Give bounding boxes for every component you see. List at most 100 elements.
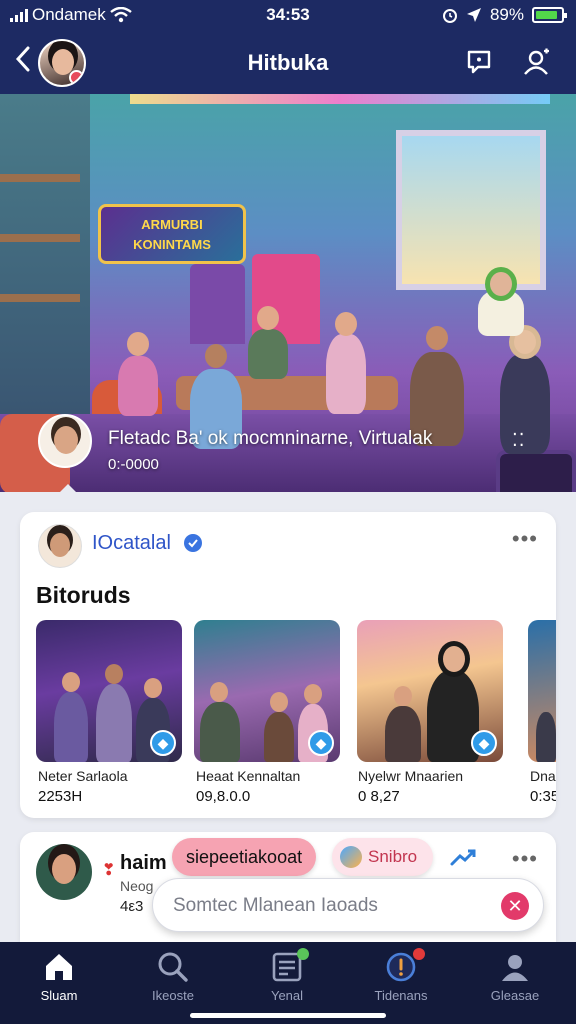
hero-person: [326, 334, 366, 414]
hero-light-strip: [130, 94, 550, 104]
thumbnail-label: Heaat Kennaltan: [196, 768, 301, 784]
filter-chip-label: Snibro: [368, 847, 418, 866]
thumb-figure: [200, 702, 240, 762]
thumb-figure: [385, 706, 421, 762]
home-icon: [46, 954, 72, 980]
chat-icon[interactable]: [464, 47, 494, 77]
hero-window: [396, 130, 546, 290]
post-more-icon[interactable]: •••: [512, 846, 538, 872]
nav-item-account[interactable]: Gleasae: [465, 950, 565, 1003]
hero-caption-title: Fletadc Ba' ok mocmninarne, Virtualak: [108, 428, 433, 449]
thumb-figure-head: [394, 686, 412, 706]
thumb-figure: [96, 684, 132, 762]
gallery-thumbnail[interactable]: ◆: [36, 620, 182, 762]
hero-caption-avatar[interactable]: [38, 414, 92, 468]
hero-sign-art: ARMURBI KONINTAMS: [133, 217, 211, 252]
thumbnail-label: Dnaem: [530, 768, 556, 784]
status-right: 89%: [442, 5, 567, 25]
clear-icon[interactable]: ✕: [501, 892, 529, 920]
hero-person: [248, 329, 288, 379]
thumbnail-label: Nyelwr Mnaarien: [358, 768, 464, 784]
location-icon: [466, 8, 481, 22]
nav-item-feed[interactable]: Yenal: [237, 948, 337, 1003]
filter-chip[interactable]: Snibro: [332, 838, 434, 876]
nav-badge: [297, 948, 309, 960]
chip-icon: [340, 846, 362, 868]
bottom-nav: Sluam Ikeoste Yenal Tidenans Gleasae: [0, 942, 576, 1024]
post-count: 4ε3: [120, 898, 144, 915]
thumb-figure-head: [210, 682, 228, 702]
thumb-figure-head: [304, 684, 322, 704]
gallery-thumbnail[interactable]: [528, 620, 556, 762]
hero-person-head: [127, 332, 149, 356]
share-icon[interactable]: [448, 846, 478, 870]
nav-item-label: Tidenans: [374, 988, 428, 1003]
battery-level: [536, 11, 558, 19]
hero-shelf: [0, 294, 80, 302]
hero-image[interactable]: ARMURBI KONINTAMS Fletadc Ba' ok mocmnina…: [0, 94, 576, 492]
status-bar: Ondamek 34:53 89%: [0, 0, 576, 30]
thumbnail-value: 09,8.0.0: [196, 788, 251, 805]
account-icon: [502, 955, 528, 981]
hero-person: [478, 290, 524, 336]
thumbnail-value: 0 8,27: [358, 788, 400, 805]
hero-shelf: [0, 174, 80, 182]
hero-person-head: [257, 306, 279, 330]
thumbnail-value: 2253H: [38, 788, 83, 805]
hero-sign: ARMURBI KONINTAMS: [98, 204, 283, 298]
gallery-thumbnail[interactable]: ◆: [357, 620, 503, 762]
hero-sign-text: ARMURBI: [141, 217, 202, 232]
hero-arcade-machine: [190, 264, 245, 344]
hero-person-head: [426, 326, 448, 350]
alarm-icon: [442, 9, 457, 23]
thumbnail-label: Neter Sarlaola: [38, 768, 128, 784]
nav-item-search[interactable]: Ikeoste: [123, 950, 223, 1003]
nav-item-label: Gleasae: [490, 988, 540, 1003]
thumb-figure-head: [270, 692, 288, 712]
search-icon: [158, 952, 188, 982]
post-more-icon[interactable]: •••: [512, 526, 538, 552]
post-card: IOcatalal ••• Bitoruds ◆ ◆ ◆ Neter Sarla…: [20, 512, 556, 818]
nav-item-notifications[interactable]: Tidenans: [351, 948, 451, 1003]
tag-icon: ◆: [471, 730, 497, 756]
suggestion-chip[interactable]: siepeetiakooat: [172, 838, 317, 876]
avatar-status-badge: [69, 70, 84, 85]
hero-bookshelf: [0, 94, 90, 414]
verified-icon: [184, 534, 202, 552]
hero-sign-text: KONINTAMS: [133, 237, 211, 252]
tag-icon: ◆: [150, 730, 176, 756]
nav-item-label: Sluam: [40, 988, 78, 1003]
hero-pointer: [58, 484, 78, 494]
thumb-figure-head: [62, 672, 80, 692]
nav-badge: [413, 948, 425, 960]
post-author-name[interactable]: haim: [120, 852, 167, 875]
thumb-figure: [536, 712, 556, 762]
thumb-figure: [54, 692, 88, 762]
post-author-avatar[interactable]: [38, 524, 82, 568]
post-heading: Bitoruds: [36, 582, 131, 608]
app-header: Hitbuka: [0, 30, 576, 94]
tag-icon: ◆: [308, 730, 334, 756]
nav-item-home[interactable]: Sluam: [9, 950, 109, 1003]
nav-item-label: Ikeoste: [152, 988, 194, 1003]
profile-icon[interactable]: [522, 47, 552, 77]
hero-person-head: [205, 344, 227, 368]
nav-item-label: Yenal: [270, 988, 304, 1003]
post-author-name[interactable]: IOcatalal: [92, 532, 171, 555]
thumb-figure-head: [144, 678, 162, 698]
thumbnail-value: 0:35211: [530, 788, 556, 805]
hero-person-head: [335, 312, 357, 336]
hero-person-head: [490, 272, 512, 296]
hero-person: [118, 356, 158, 416]
search-input[interactable]: [173, 893, 473, 919]
battery-percent: 89%: [489, 5, 524, 24]
hero-monitor: [496, 450, 576, 492]
thumb-figure: [264, 712, 294, 762]
hero-shelf: [0, 234, 80, 242]
search-bar[interactable]: ✕: [152, 878, 544, 932]
hero-caption-time: 0:-0000: [108, 456, 159, 473]
hero-more-icon[interactable]: ⁚⁚: [512, 430, 525, 451]
gallery-thumbnail[interactable]: ◆: [194, 620, 340, 762]
post-author-avatar[interactable]: [36, 844, 92, 900]
pin-icon: ❣: [102, 862, 116, 879]
